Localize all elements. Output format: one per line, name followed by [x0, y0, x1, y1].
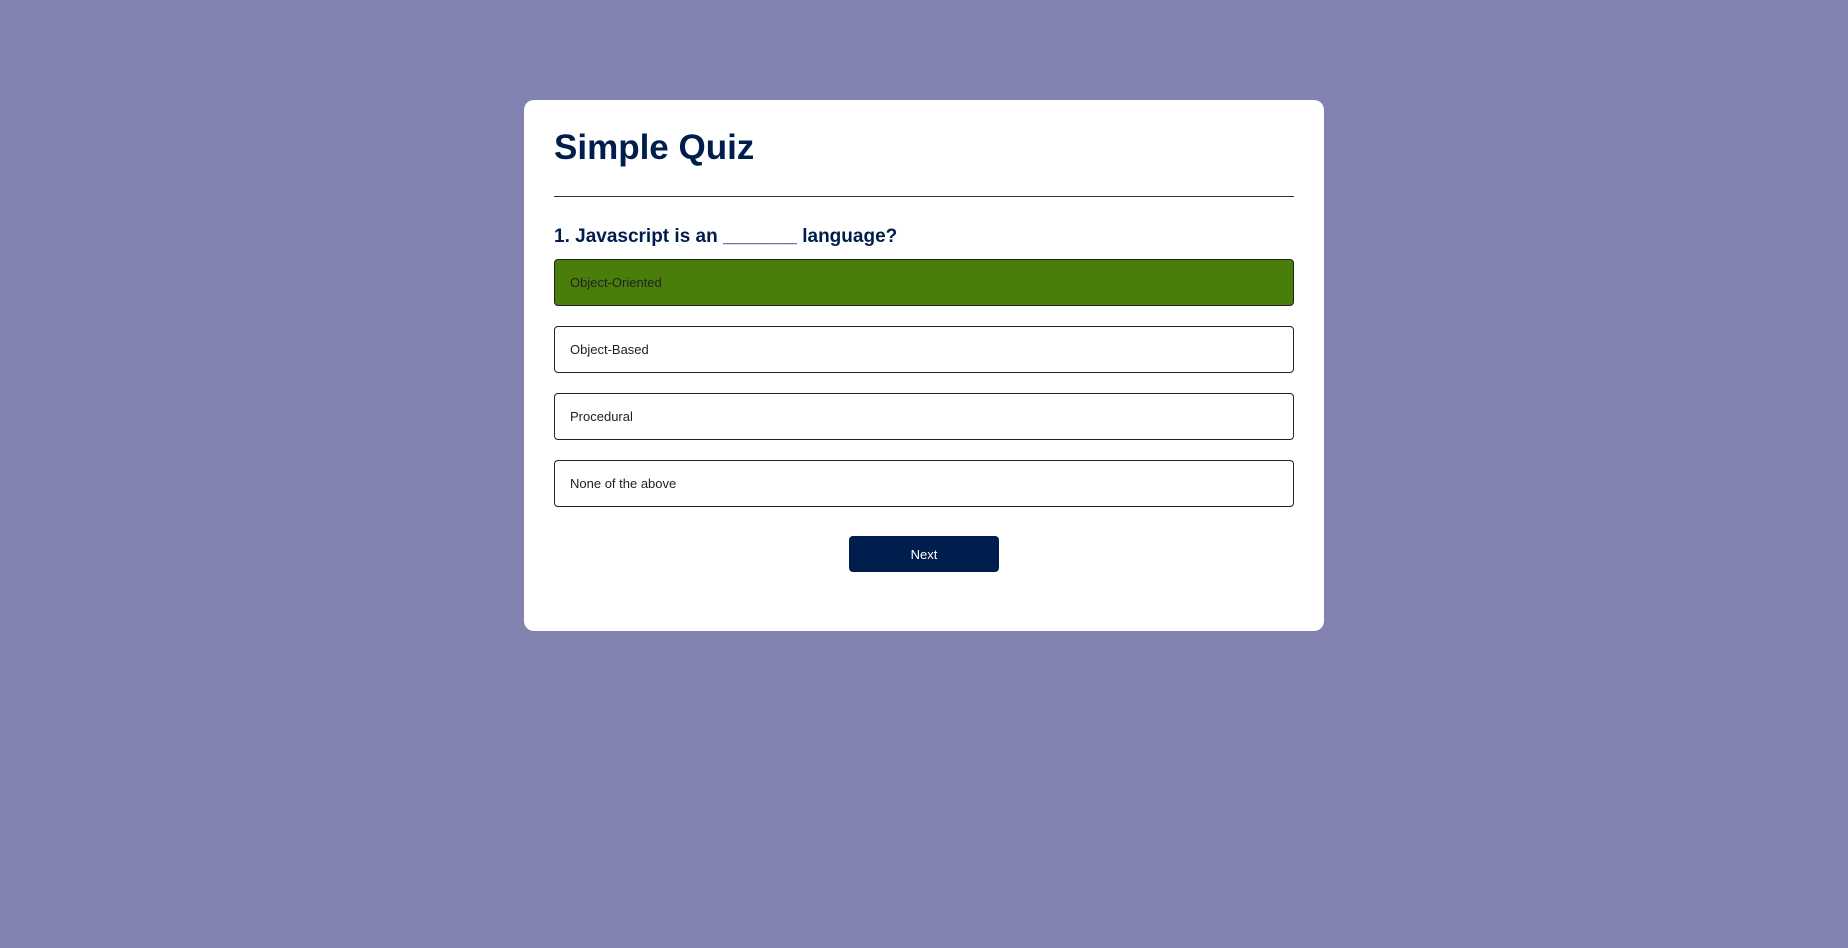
- question-text: 1. Javascript is an _______ language?: [554, 226, 898, 247]
- answer-option-object-oriented[interactable]: Object-Oriented: [554, 259, 1294, 306]
- answer-option-object-based[interactable]: Object-Based: [554, 326, 1294, 373]
- next-button[interactable]: Next: [849, 536, 999, 572]
- divider: [554, 196, 1294, 197]
- answer-option-procedural[interactable]: Procedural: [554, 393, 1294, 440]
- quiz-card: Simple Quiz 1. Javascript is an _______ …: [524, 100, 1324, 631]
- page-title: Simple Quiz: [554, 128, 755, 167]
- answer-options: Object-Oriented Object-Based Procedural …: [554, 259, 1294, 527]
- answer-option-none-of-the-above[interactable]: None of the above: [554, 460, 1294, 507]
